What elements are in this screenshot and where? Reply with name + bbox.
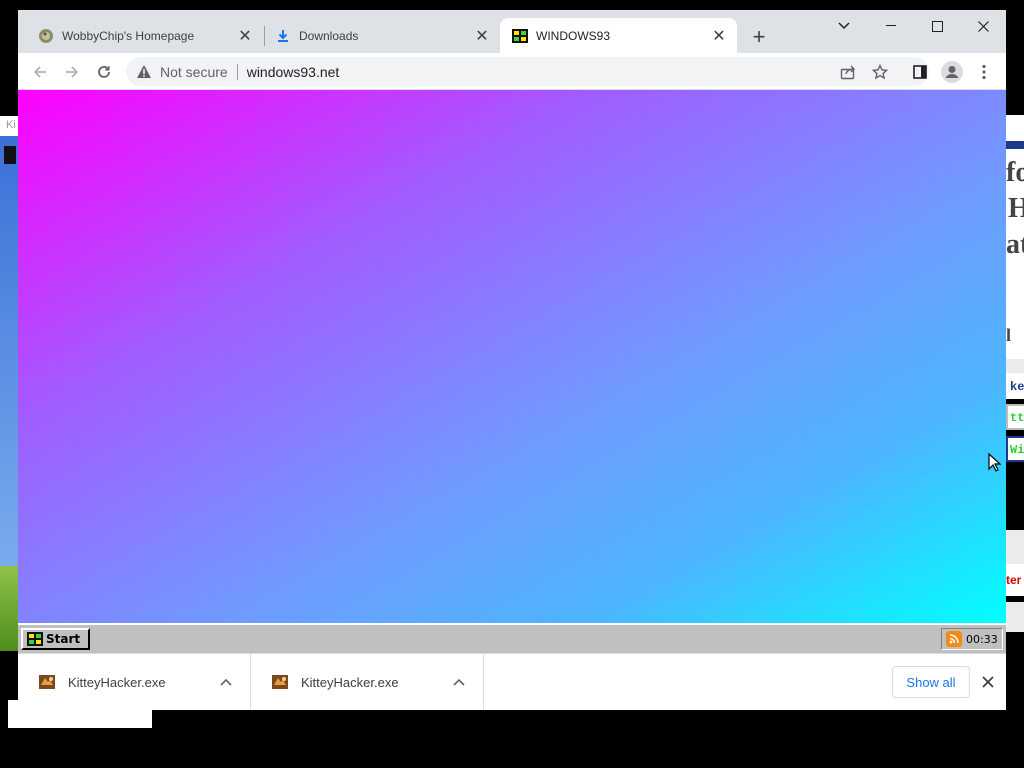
executable-file-icon bbox=[39, 675, 55, 689]
background-grass bbox=[0, 566, 18, 651]
mouse-cursor-icon bbox=[988, 453, 1002, 472]
page-content: Start 00:33 bbox=[18, 90, 1006, 653]
rss-icon[interactable] bbox=[946, 631, 962, 647]
menu-button[interactable] bbox=[970, 58, 998, 86]
download-shelf: KitteyHacker.exe KitteyHacker.exe Show a… bbox=[18, 653, 1006, 710]
forward-arrow-icon bbox=[66, 66, 79, 78]
show-all-button[interactable]: Show all bbox=[892, 666, 970, 698]
background-sky bbox=[0, 136, 18, 606]
url-text[interactable]: windows93.net bbox=[247, 64, 340, 80]
back-button[interactable] bbox=[26, 58, 54, 86]
forward-button[interactable] bbox=[58, 58, 86, 86]
close-icon bbox=[982, 676, 994, 688]
globe-favicon bbox=[38, 28, 54, 44]
download-filename: KitteyHacker.exe bbox=[68, 674, 166, 690]
download-filename: KitteyHacker.exe bbox=[301, 674, 399, 690]
background-window-title: Ki bbox=[0, 116, 18, 136]
tab-wobbychip-homepage[interactable]: WobbyChip's Homepage ✕ bbox=[18, 18, 263, 53]
tab-title: WobbyChip's Homepage bbox=[62, 28, 195, 43]
chevron-up-icon[interactable] bbox=[447, 670, 471, 694]
warning-icon[interactable] bbox=[136, 64, 152, 80]
avatar-icon bbox=[941, 61, 963, 83]
tab-title: Downloads bbox=[299, 28, 359, 43]
chevron-down-icon bbox=[838, 22, 850, 30]
side-panel-button[interactable] bbox=[906, 58, 934, 86]
side-panel-icon bbox=[913, 65, 927, 79]
close-icon bbox=[977, 20, 989, 32]
background-window-right: fo H at l ke tt Wi ter bbox=[1006, 110, 1024, 655]
minimize-button[interactable] bbox=[868, 12, 914, 40]
close-icon[interactable]: ✕ bbox=[235, 26, 255, 46]
close-icon[interactable]: ✕ bbox=[709, 26, 729, 46]
tab-title: WINDOWS93 bbox=[536, 28, 611, 43]
close-icon[interactable]: ✕ bbox=[472, 26, 492, 46]
maximize-icon bbox=[931, 20, 943, 32]
address-bar[interactable]: Not secure windows93.net bbox=[126, 57, 929, 86]
tab-downloads[interactable]: Downloads ✕ bbox=[255, 18, 500, 53]
kebab-menu-icon bbox=[982, 64, 986, 80]
tab-search-button[interactable] bbox=[821, 12, 867, 40]
background-icon bbox=[4, 146, 16, 164]
security-status[interactable]: Not secure bbox=[160, 64, 228, 80]
download-item[interactable]: KitteyHacker.exe bbox=[251, 654, 484, 710]
share-icon bbox=[840, 65, 855, 80]
back-arrow-icon bbox=[33, 66, 46, 78]
browser-window: WobbyChip's Homepage ✕ Downloads ✕ WINDO… bbox=[18, 10, 1006, 710]
start-label: Start bbox=[46, 632, 81, 646]
background-page: fo H at l bbox=[1006, 149, 1024, 359]
reload-button[interactable] bbox=[90, 58, 118, 86]
start-button[interactable]: Start bbox=[21, 628, 90, 650]
reload-icon bbox=[98, 66, 110, 78]
windows93-taskbar: Start 00:33 bbox=[18, 623, 1006, 653]
tab-windows93[interactable]: WINDOWS93 ✕ bbox=[500, 18, 737, 53]
close-download-shelf-button[interactable] bbox=[976, 670, 1000, 694]
chevron-up-icon[interactable] bbox=[214, 670, 238, 694]
system-tray: 00:33 bbox=[941, 628, 1003, 650]
browser-toolbar: Not secure windows93.net bbox=[18, 53, 1006, 90]
executable-file-icon bbox=[272, 675, 288, 689]
windows93-desktop[interactable] bbox=[18, 90, 1006, 623]
tab-strip: WobbyChip's Homepage ✕ Downloads ✕ WINDO… bbox=[18, 10, 1006, 53]
windows93-logo-icon bbox=[27, 632, 43, 646]
close-window-button[interactable] bbox=[960, 12, 1006, 40]
background-desktop-left: Ki bbox=[0, 116, 18, 651]
star-icon bbox=[872, 64, 888, 80]
share-button[interactable] bbox=[834, 58, 862, 86]
minimize-icon bbox=[886, 25, 896, 26]
bookmark-button[interactable] bbox=[866, 58, 894, 86]
download-item[interactable]: KitteyHacker.exe bbox=[18, 654, 251, 710]
clock[interactable]: 00:33 bbox=[966, 633, 998, 646]
download-icon bbox=[275, 28, 291, 44]
maximize-button[interactable] bbox=[914, 12, 960, 40]
new-tab-button[interactable]: + bbox=[746, 24, 772, 50]
windows93-favicon bbox=[512, 28, 528, 44]
profile-button[interactable] bbox=[938, 58, 966, 86]
